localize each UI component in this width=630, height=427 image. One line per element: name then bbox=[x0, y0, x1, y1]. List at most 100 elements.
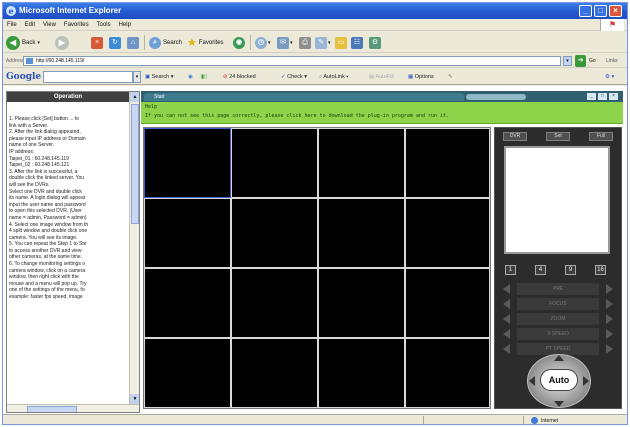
plugin-download-notice[interactable]: If you can not see this page correctly, … bbox=[145, 113, 449, 119]
instruction-line: double click the linked server. You bbox=[9, 175, 85, 182]
edit-button[interactable]: ✎ ▾ bbox=[315, 34, 331, 51]
camera-cell-10[interactable] bbox=[231, 268, 318, 338]
pan-down-arrow-icon[interactable] bbox=[554, 401, 564, 407]
google-search-dropdown[interactable]: ▾ bbox=[133, 71, 141, 83]
google-site-search-icon[interactable]: ◉ bbox=[188, 70, 193, 84]
set-button[interactable]: Set bbox=[546, 132, 570, 141]
maximize-button[interactable]: □ bbox=[594, 5, 607, 17]
forward-button[interactable]: ▶ bbox=[55, 34, 69, 51]
viewer-maximize-icon[interactable]: □ bbox=[598, 93, 607, 100]
pt-speed-decrease-icon[interactable] bbox=[503, 344, 510, 354]
layout-4-button[interactable]: 4 bbox=[535, 265, 546, 275]
preset-decrease-icon[interactable] bbox=[503, 284, 510, 294]
close-button[interactable]: × bbox=[609, 5, 622, 17]
auto-button[interactable]: Auto bbox=[540, 369, 578, 391]
menu-edit[interactable]: Edit bbox=[21, 19, 39, 31]
camera-cell-12[interactable] bbox=[405, 268, 490, 338]
viewer-title-bar: Start _ □ × bbox=[141, 91, 623, 102]
highlight-pen-icon[interactable]: ✎ bbox=[448, 70, 453, 84]
back-button[interactable]: ◀ Back ▾ bbox=[6, 34, 40, 51]
menu-tools[interactable]: Tools bbox=[93, 19, 115, 31]
google-options-button[interactable]: ▦ Options bbox=[408, 70, 434, 84]
back-label: Back bbox=[22, 39, 36, 46]
google-logo[interactable]: Google bbox=[6, 70, 41, 84]
refresh-button[interactable]: ↻ bbox=[109, 34, 121, 51]
google-settings-icon[interactable]: ⚙ ▾ bbox=[605, 70, 614, 84]
camera-cell-15[interactable] bbox=[318, 338, 405, 408]
address-input[interactable]: http://60.248.145.119/ bbox=[23, 56, 561, 66]
viewer-close-icon[interactable]: × bbox=[609, 93, 618, 100]
scroll-down-arrow-icon[interactable]: ▼ bbox=[130, 394, 139, 404]
focus-near-icon[interactable] bbox=[503, 299, 510, 309]
minimize-button[interactable]: _ bbox=[579, 5, 592, 17]
camera-cell-2[interactable] bbox=[231, 128, 318, 198]
layout-1-button[interactable]: 1 bbox=[505, 265, 516, 275]
instruction-line: IP address: bbox=[9, 148, 35, 155]
camera-cell-7[interactable] bbox=[318, 198, 405, 268]
autolink-button[interactable]: ⌕ AutoLink ▾ bbox=[319, 70, 349, 84]
camera-cell-9[interactable] bbox=[144, 268, 231, 338]
camera-cell-16[interactable] bbox=[405, 338, 490, 408]
dvr-button[interactable]: DVR bbox=[503, 132, 527, 141]
x-speed-decrease-icon[interactable] bbox=[503, 329, 510, 339]
stop-button[interactable]: × bbox=[91, 34, 103, 51]
folder-button[interactable]: ▭ bbox=[335, 34, 347, 51]
address-dropdown-button[interactable]: ▾ bbox=[563, 56, 572, 66]
google-search-button[interactable]: ▣ Search ▾ bbox=[145, 70, 173, 84]
menu-help[interactable]: Help bbox=[115, 19, 135, 31]
autofill-button[interactable]: ▤ AutoFill bbox=[369, 70, 394, 84]
camera-cell-4[interactable] bbox=[405, 128, 490, 198]
check-label: Check bbox=[287, 74, 303, 80]
pan-up-arrow-icon[interactable] bbox=[554, 355, 564, 361]
viewer-tab[interactable]: Start bbox=[144, 93, 464, 101]
instruction-line: mouse and a menu will pop up. Try bbox=[9, 280, 87, 287]
focus-far-icon[interactable] bbox=[606, 299, 613, 309]
menu-favorites[interactable]: Favorites bbox=[60, 19, 93, 31]
mail-button[interactable]: ✉ ▾ bbox=[277, 34, 293, 51]
media-button[interactable]: ◉ bbox=[233, 34, 245, 51]
camera-cell-1[interactable] bbox=[144, 128, 231, 198]
pan-left-arrow-icon[interactable] bbox=[529, 376, 535, 386]
preset-increase-icon[interactable] bbox=[606, 284, 613, 294]
browser-window: e Microsoft Internet Explorer _ □ × File… bbox=[2, 2, 628, 425]
messenger-button[interactable]: ☷ bbox=[351, 34, 363, 51]
camera-cell-14[interactable] bbox=[231, 338, 318, 408]
camera-cell-6[interactable] bbox=[231, 198, 318, 268]
home-button[interactable]: ⌂ bbox=[127, 34, 139, 51]
camera-cell-3[interactable] bbox=[318, 128, 405, 198]
panel-horizontal-scrollbar[interactable] bbox=[7, 404, 139, 412]
history-button[interactable]: ◷ ▾ bbox=[255, 34, 271, 51]
print-button[interactable]: ⎙ bbox=[299, 34, 311, 51]
zoom-control: ZOOM bbox=[501, 312, 615, 326]
popup-blocker-button[interactable]: ⊘ 24 blocked bbox=[223, 70, 256, 84]
horizontal-scroll-thumb[interactable] bbox=[27, 406, 77, 412]
camera-cell-13[interactable] bbox=[144, 338, 231, 408]
camera-cell-11[interactable] bbox=[318, 268, 405, 338]
zoom-in-icon[interactable] bbox=[606, 314, 613, 324]
camera-cell-8[interactable] bbox=[405, 198, 490, 268]
research-button[interactable]: ⚙ bbox=[369, 34, 381, 51]
layout-9-button[interactable]: 9 bbox=[565, 265, 576, 275]
pt-speed-increase-icon[interactable] bbox=[606, 344, 613, 354]
pan-right-arrow-icon[interactable] bbox=[583, 376, 589, 386]
help-link[interactable]: Help bbox=[145, 104, 157, 110]
layout-16-button[interactable]: 16 bbox=[595, 265, 606, 275]
zoom-out-icon[interactable] bbox=[503, 314, 510, 324]
full-screen-button[interactable]: Full bbox=[589, 132, 613, 141]
scroll-thumb[interactable] bbox=[131, 104, 139, 224]
viewer-minimize-icon[interactable]: _ bbox=[587, 93, 596, 100]
x-speed-increase-icon[interactable] bbox=[606, 329, 613, 339]
links-button[interactable]: Links bbox=[606, 54, 618, 68]
google-search-input[interactable] bbox=[43, 71, 133, 83]
menu-view[interactable]: View bbox=[39, 19, 60, 31]
instruction-line: please input IP address or Domain bbox=[9, 135, 86, 142]
favorites-button[interactable]: ★ Favorites bbox=[187, 34, 224, 51]
search-button[interactable]: ⌕ Search bbox=[149, 34, 182, 51]
panel-vertical-scrollbar[interactable]: ▲ ▼ bbox=[129, 92, 139, 404]
camera-cell-5[interactable] bbox=[144, 198, 231, 268]
menu-file[interactable]: File bbox=[3, 19, 21, 31]
scroll-up-arrow-icon[interactable]: ▲ bbox=[130, 92, 139, 102]
go-arrow-icon[interactable]: ➜ bbox=[575, 55, 586, 67]
go-button[interactable]: Go bbox=[589, 54, 596, 68]
spell-check-button[interactable]: ✓ Check ▾ bbox=[281, 70, 307, 84]
